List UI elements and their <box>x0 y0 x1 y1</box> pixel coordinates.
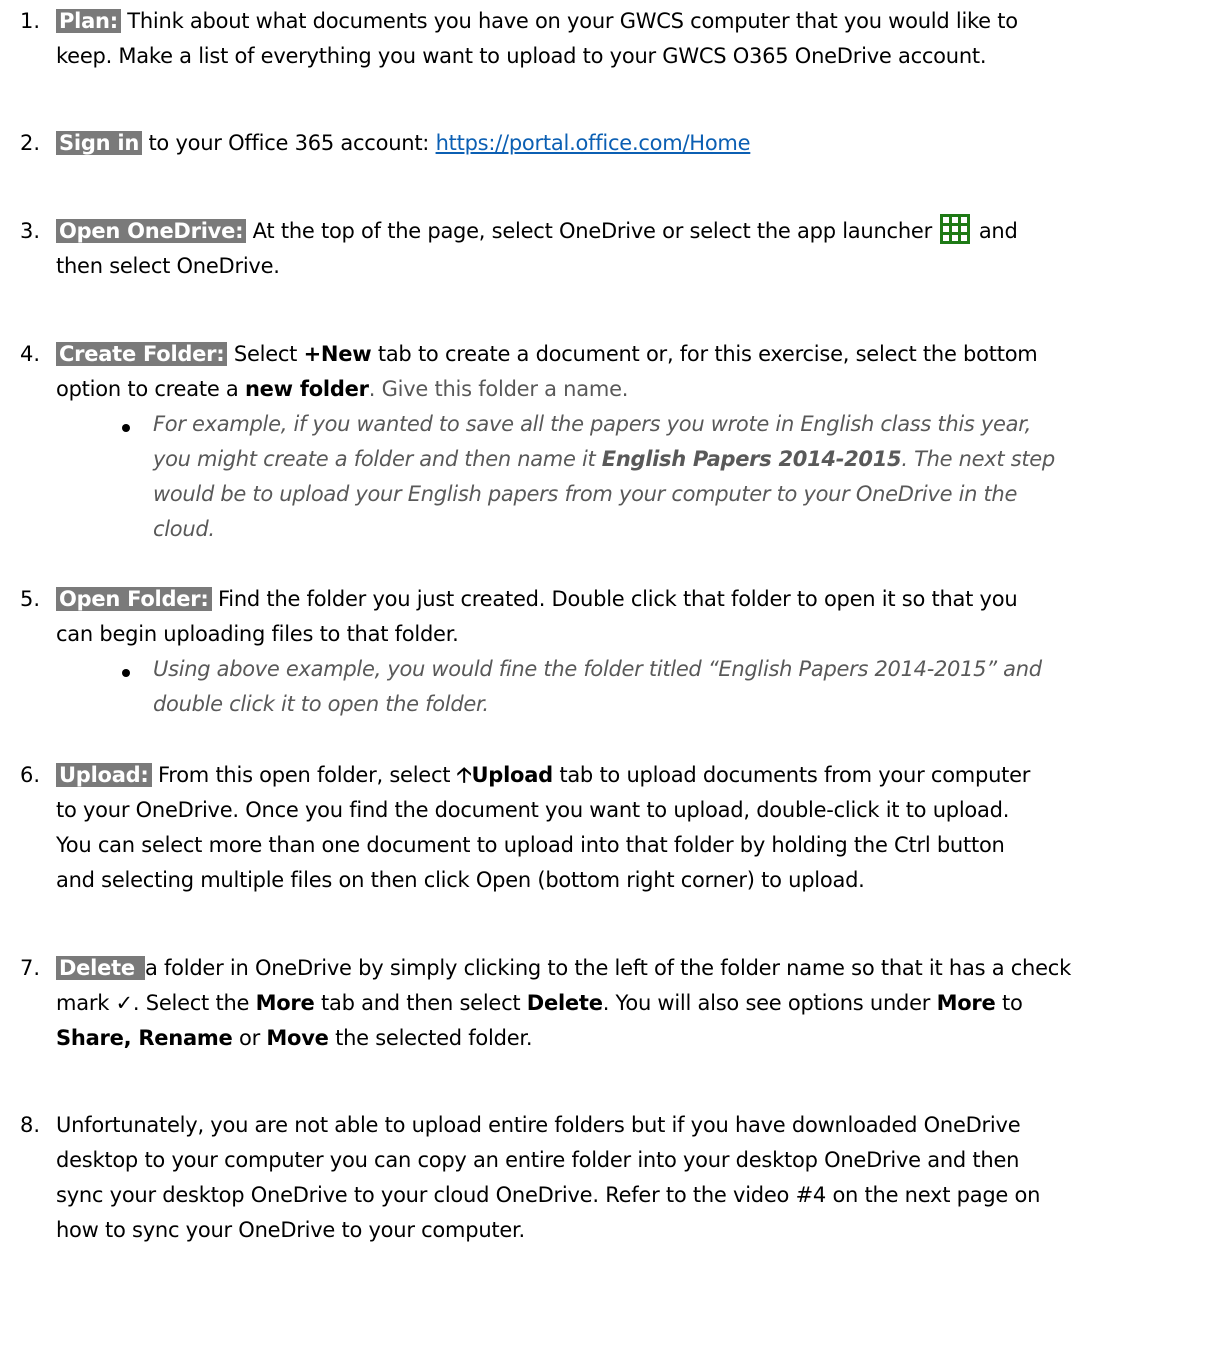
step-text: then select OneDrive. <box>56 254 280 278</box>
note-text: double click it to open the folder. <box>153 692 489 716</box>
step-text: to <box>995 991 1023 1015</box>
step-number: 2. <box>20 131 41 155</box>
new-folder-term: new folder <box>244 377 369 401</box>
step-number: 1. <box>20 9 41 33</box>
step-text: keep. Make a list of everything you want… <box>56 44 987 68</box>
step-text: . Select the <box>132 991 256 1015</box>
step-text: to your OneDrive. Once you find the docu… <box>56 798 1010 822</box>
step-text: or <box>232 1026 267 1050</box>
step-text: tab to upload documents from your comput… <box>552 763 1031 787</box>
step-text: . Give this folder a name. <box>368 377 629 401</box>
step-text: You can select more than one document to… <box>56 833 1005 857</box>
app-launcher-grid-icon <box>940 214 971 244</box>
step-label-delete: Delete <box>56 956 145 980</box>
step-label-plan: Plan: <box>56 9 121 33</box>
note-text: Using above example, you would fine the … <box>153 657 1042 681</box>
step-number: 8. <box>20 1113 41 1137</box>
note-text: cloud. <box>153 517 215 541</box>
step-label-create-folder: Create Folder: <box>56 342 228 366</box>
step-body: Unfortunately, you are not able to uploa… <box>56 1108 1216 1248</box>
step-label-sign-in: Sign in <box>56 131 143 155</box>
share-rename-options: Share, Rename <box>56 1026 233 1050</box>
step-label-open-folder: Open Folder: <box>56 587 212 611</box>
new-tab-name: +New <box>303 342 372 366</box>
step-body: Open OneDrive: At the top of the page, s… <box>56 214 1216 284</box>
step-text: mark <box>56 991 116 1015</box>
upload-tab-name: Upload <box>471 763 553 787</box>
step-text: tab to create a document or, for this ex… <box>371 342 1038 366</box>
step-body: Delete a folder in OneDrive by simply cl… <box>56 951 1216 1056</box>
step-body: Open Folder: Find the folder you just cr… <box>56 582 1216 652</box>
step-number: 6. <box>20 763 41 787</box>
step-text: Select <box>227 342 304 366</box>
checkmark-icon: ✓ <box>115 991 134 1015</box>
note-text: For example, if you wanted to save all t… <box>153 412 1032 436</box>
step-text: and selecting multiple files on then cli… <box>56 868 865 892</box>
step-text: desktop to your computer you can copy an… <box>56 1148 1020 1172</box>
office-portal-link[interactable]: https://portal.office.com/Home <box>436 131 751 155</box>
step-text: At the top of the page, select OneDrive … <box>246 219 939 243</box>
step-body: Plan: Think about what documents you hav… <box>56 4 1216 74</box>
bullet-dot <box>122 669 130 677</box>
step-text: tab and then select <box>314 991 527 1015</box>
step-body: Sign in to your Office 365 account: http… <box>56 126 1216 161</box>
step-text: a folder in OneDrive by simply clicking … <box>144 956 1071 980</box>
step-text: From this open folder, select <box>151 763 457 787</box>
more-tab-name: More <box>936 991 996 1015</box>
move-option-name: Move <box>266 1026 329 1050</box>
bullet-dot <box>122 424 130 432</box>
step-text: . You will also see options under <box>602 991 937 1015</box>
note-text: you might create a folder and then name … <box>153 447 602 471</box>
example-note: Using above example, you would fine the … <box>153 652 1203 722</box>
note-text: would be to upload your English papers f… <box>153 482 1018 506</box>
step-text: sync your desktop OneDrive to your cloud… <box>56 1183 1041 1207</box>
step-body: Create Folder: Select +New tab to create… <box>56 337 1216 407</box>
step-text: option to create a <box>56 377 245 401</box>
more-tab-name: More <box>255 991 315 1015</box>
step-text: can begin uploading files to that folder… <box>56 622 459 646</box>
step-body: Upload: From this open folder, select 🡡U… <box>56 758 1216 898</box>
step-number: 3. <box>20 219 41 243</box>
step-text: Find the folder you just created. Double… <box>211 587 1018 611</box>
example-note: For example, if you wanted to save all t… <box>153 407 1203 547</box>
example-folder-name: English Papers 2014-2015 <box>601 447 902 471</box>
step-number: 4. <box>20 342 41 366</box>
step-number: 7. <box>20 956 41 980</box>
step-text: the selected folder. <box>328 1026 533 1050</box>
step-label-upload: Upload: <box>56 763 152 787</box>
note-text: . The next step <box>901 447 1055 471</box>
delete-option-name: Delete <box>526 991 603 1015</box>
step-text: to your Office 365 account: <box>142 131 436 155</box>
step-text: and <box>972 219 1018 243</box>
step-number: 5. <box>20 587 41 611</box>
step-label-open-onedrive: Open OneDrive: <box>56 219 247 243</box>
upload-arrow-icon: 🡡 <box>456 763 472 787</box>
step-text: Think about what documents you have on y… <box>120 9 1018 33</box>
step-text: how to sync your OneDrive to your comput… <box>56 1218 525 1242</box>
step-text: Unfortunately, you are not able to uploa… <box>56 1113 1021 1137</box>
